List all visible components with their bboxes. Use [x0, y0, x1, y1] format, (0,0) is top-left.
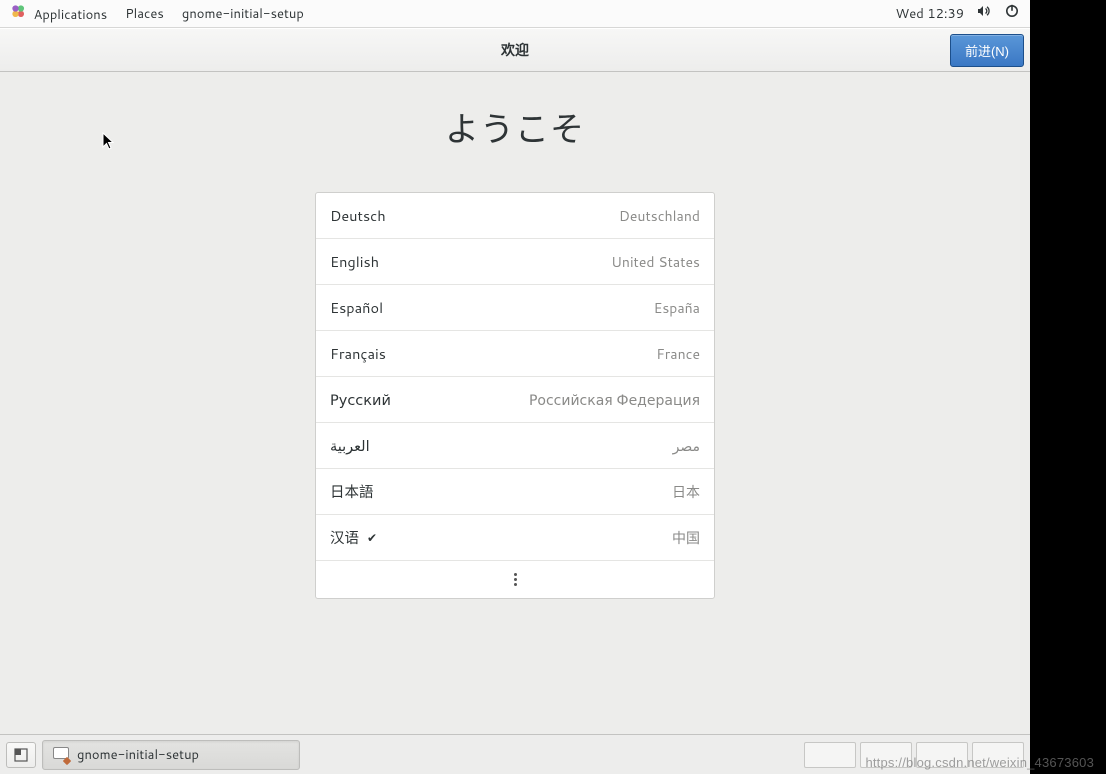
- language-label: العربية: [330, 435, 370, 456]
- more-icon: [316, 573, 714, 586]
- language-region: مصر: [673, 436, 700, 456]
- app-menu-label: gnome-initial-setup: [182, 5, 304, 23]
- power-icon: [1004, 3, 1020, 19]
- header-title: 欢迎: [501, 40, 529, 60]
- language-row[interactable]: 汉语 ✔ 中国: [316, 515, 714, 561]
- taskbar-app-label: gnome-initial-setup: [77, 746, 199, 764]
- language-label: Español: [330, 297, 383, 318]
- language-label: Deutsch: [330, 205, 386, 226]
- language-region: 日本: [672, 482, 700, 502]
- content-area: ようこそ Deutsch Deutschland English United …: [0, 72, 1030, 734]
- language-row[interactable]: Deutsch Deutschland: [316, 193, 714, 239]
- language-label: English: [330, 251, 379, 272]
- language-label: 日本語: [330, 481, 374, 502]
- applications-menu[interactable]: Applications: [10, 3, 107, 24]
- language-region: Deutschland: [619, 206, 700, 226]
- app-menu[interactable]: gnome-initial-setup: [182, 5, 304, 23]
- volume-button[interactable]: [976, 3, 992, 24]
- clock[interactable]: Wed 12:39: [896, 5, 964, 23]
- page-title: ようこそ: [445, 102, 585, 152]
- volume-icon: [976, 3, 992, 19]
- watermark-text: https://blog.csdn.net/weixin_43673603: [865, 755, 1094, 770]
- language-row[interactable]: English United States: [316, 239, 714, 285]
- workspace-switcher-button[interactable]: [6, 742, 36, 768]
- places-menu[interactable]: Places: [125, 5, 164, 23]
- applications-label: Applications: [34, 6, 108, 24]
- language-region: United States: [611, 252, 700, 272]
- language-row[interactable]: Русский Российская Федерация: [316, 377, 714, 423]
- places-label: Places: [125, 5, 164, 23]
- next-button[interactable]: 前进(N): [950, 34, 1024, 67]
- language-label: 汉语: [330, 527, 359, 548]
- language-region: France: [656, 344, 700, 364]
- setup-app-icon: [53, 747, 69, 763]
- language-row[interactable]: 日本語 日本: [316, 469, 714, 515]
- more-languages-button[interactable]: [316, 561, 714, 598]
- language-region: 中国: [672, 528, 700, 548]
- workspace-icon: [14, 748, 28, 762]
- taskbar-app-button[interactable]: gnome-initial-setup: [42, 740, 300, 770]
- language-region: Российская Федерация: [529, 390, 700, 410]
- language-row[interactable]: Français France: [316, 331, 714, 377]
- power-button[interactable]: [1004, 3, 1020, 24]
- language-row[interactable]: Español España: [316, 285, 714, 331]
- language-region: España: [654, 298, 700, 318]
- language-list: Deutsch Deutschland English United State…: [315, 192, 715, 599]
- header-bar: 欢迎 前进(N): [0, 28, 1030, 72]
- language-label: Русский: [330, 389, 391, 410]
- activities-icon: [10, 3, 26, 19]
- tray-slot[interactable]: [804, 742, 856, 768]
- clock-label: Wed 12:39: [896, 5, 964, 23]
- language-label: Français: [330, 343, 386, 364]
- checkmark-icon: ✔: [367, 529, 377, 546]
- top-panel: Applications Places gnome-initial-setup …: [0, 0, 1030, 28]
- language-row[interactable]: العربية مصر: [316, 423, 714, 469]
